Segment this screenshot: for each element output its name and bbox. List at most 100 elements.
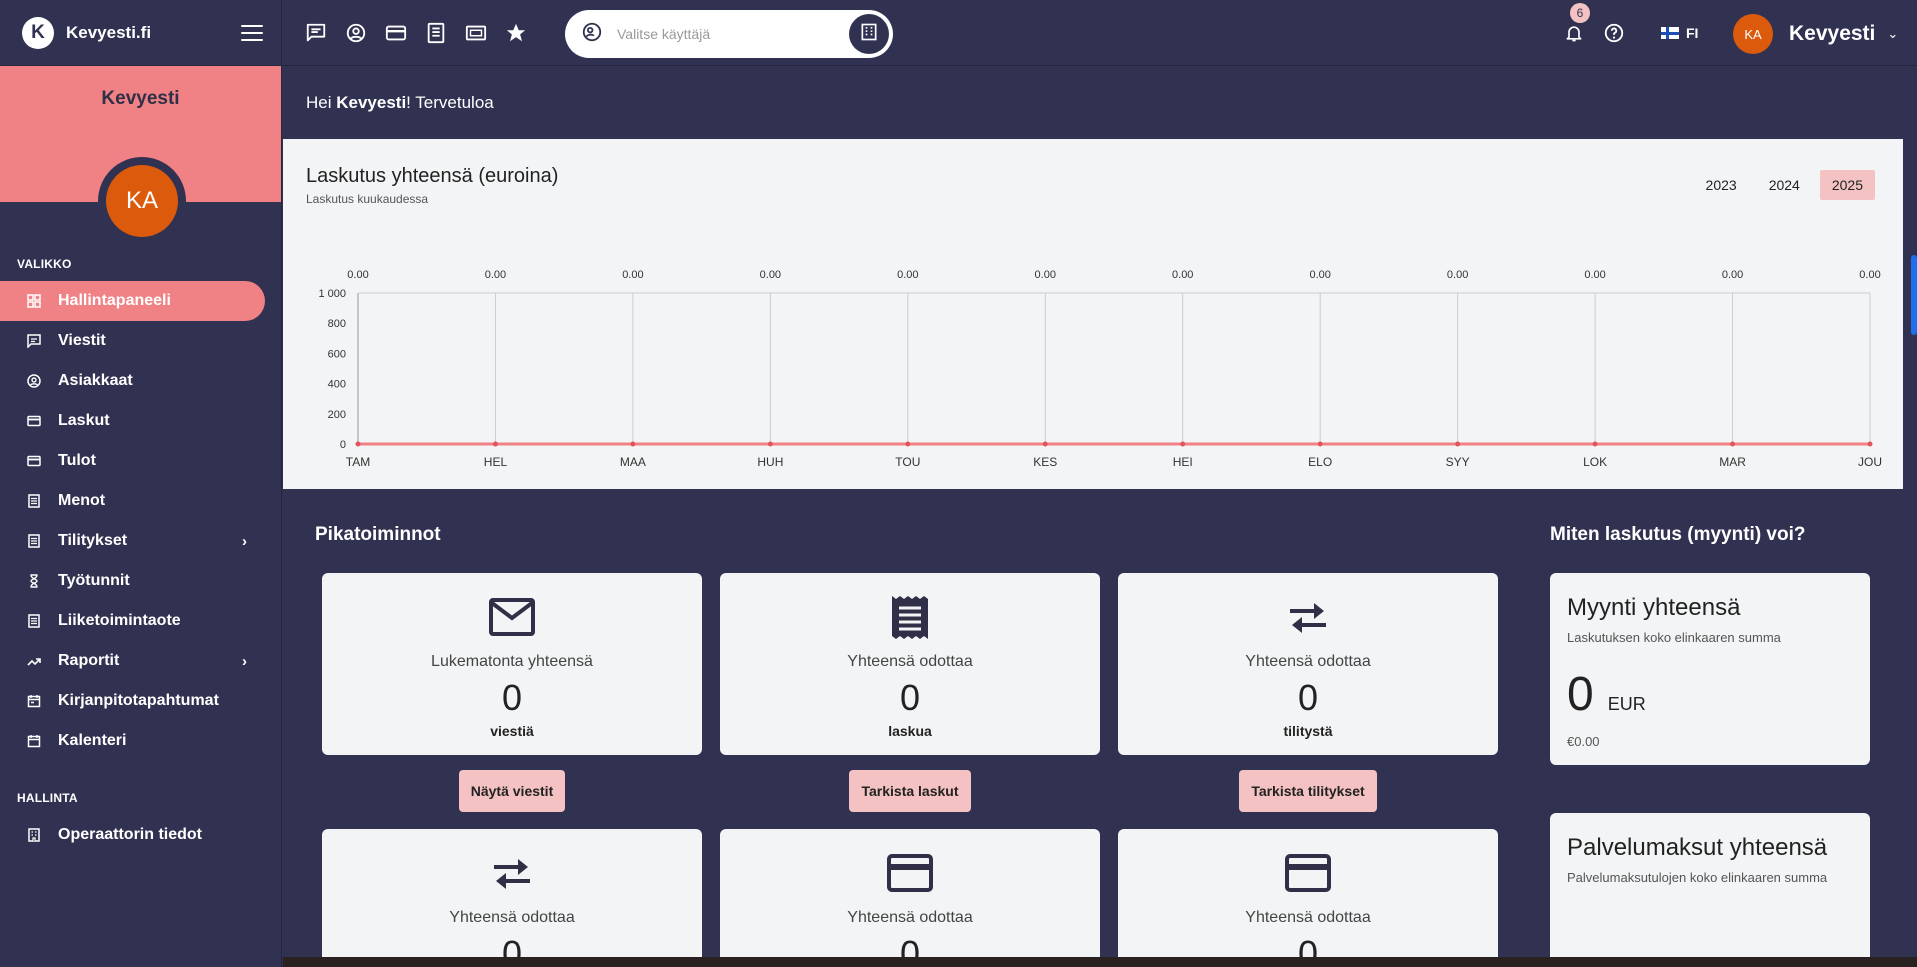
main-menu: Hallintapaneeli Viestit Asiakkaat Laskut Tul… xyxy=(0,281,281,761)
sidebar-item-laskut[interactable]: Laskut xyxy=(0,401,281,441)
data-label: 0.00 xyxy=(1859,269,1880,281)
user-search-input[interactable] xyxy=(617,26,849,42)
admin-menu: Operaattorin tiedot xyxy=(0,815,281,855)
quick-action-card: Yhteensä odottaa 0 laskua xyxy=(720,573,1100,755)
finland-flag-icon xyxy=(1661,27,1679,39)
favorites-star-icon[interactable] xyxy=(505,22,527,44)
data-point xyxy=(1455,441,1461,447)
receipts-icon[interactable] xyxy=(425,22,447,44)
data-label: 0.00 xyxy=(897,269,918,281)
x-tick-label: HEI xyxy=(1173,455,1193,469)
quick-action-card: Yhteensä odottaa 0 xyxy=(720,829,1100,967)
trending-icon xyxy=(27,654,41,668)
sidebar-item-hallintapaneeli[interactable]: Hallintapaneeli xyxy=(0,281,265,321)
service-fees-card: Palvelumaksut yhteensä Palvelumaksutuloj… xyxy=(1550,813,1870,967)
sidebar-item-label: Kalenteri xyxy=(58,732,127,749)
sidebar-item-raportit[interactable]: Raportit › xyxy=(0,641,281,681)
user-search xyxy=(565,10,893,58)
sidebar-item-label: Työtunnit xyxy=(58,572,130,589)
quick-action-button[interactable]: Tarkista tilitykset xyxy=(1239,770,1377,812)
y-tick-label: 200 xyxy=(328,409,346,421)
sidebar-item-label: Kirjanpitotapahtumat xyxy=(58,692,219,709)
credit-card-icon xyxy=(887,851,933,895)
quick-card-value: 0 xyxy=(899,677,921,718)
x-tick-label: LOK xyxy=(1583,455,1607,469)
hamburger-menu-icon[interactable] xyxy=(241,24,263,41)
x-tick-label: MAR xyxy=(1719,455,1746,469)
sidebar-item-label: Tilitykset xyxy=(58,532,128,549)
sales-total-subtitle: Laskutuksen koko elinkaaren summa xyxy=(1567,630,1781,645)
customer-icon xyxy=(27,374,41,388)
sidebar-item-operaattorin-tiedot[interactable]: Operaattorin tiedot xyxy=(0,815,281,855)
sidebar-item-asiakkaat[interactable]: Asiakkaat xyxy=(0,361,281,401)
quick-action-button[interactable]: Näytä viestit xyxy=(458,770,566,812)
credit-card-icon xyxy=(1285,851,1331,895)
language-selector[interactable]: FI xyxy=(1661,25,1698,41)
data-point xyxy=(1592,441,1598,447)
data-label: 0.00 xyxy=(1584,269,1605,281)
quick-card-label: Yhteensä odottaa xyxy=(449,909,575,926)
receipt-icon xyxy=(887,595,933,639)
y-tick-label: 1 000 xyxy=(318,288,346,300)
data-point xyxy=(630,441,636,447)
sidebar-item-menot[interactable]: Menot xyxy=(0,481,281,521)
quick-card-unit: laskua xyxy=(888,723,932,739)
y-tick-label: 0 xyxy=(340,439,346,451)
welcome-name: Kevyesti xyxy=(336,93,407,112)
quick-card-value: 0 xyxy=(501,677,523,718)
quick-card-unit: tilitystä xyxy=(1283,723,1333,739)
sidebar: K Kevyesti.fi Kevyesti KA VALIKKO Hallin… xyxy=(0,0,282,967)
quick-actions-title: Pikatoiminnot xyxy=(315,524,441,545)
sidebar-item-kirjanpitotapahtumat[interactable]: Kirjanpitotapahtumat xyxy=(0,681,281,721)
invoices-card-icon[interactable] xyxy=(385,22,407,44)
quick-card-unit: viestiä xyxy=(490,723,534,739)
sales-total-currency: EUR xyxy=(1607,694,1646,714)
brand-header: K Kevyesti.fi xyxy=(0,0,281,66)
chevron-right-icon: › xyxy=(242,652,247,670)
page-scrollbar[interactable] xyxy=(1911,255,1917,335)
cash-icon[interactable] xyxy=(465,22,487,44)
data-point xyxy=(355,441,361,447)
expense-receipt-icon xyxy=(27,494,41,508)
sidebar-item-label: Raportit xyxy=(58,652,120,669)
sidebar-item-kalenteri[interactable]: Kalenteri xyxy=(0,721,281,761)
notifications-bell-icon[interactable] xyxy=(1563,22,1585,44)
chevron-right-icon: › xyxy=(242,532,247,550)
help-icon[interactable] xyxy=(1603,22,1625,44)
customers-icon[interactable] xyxy=(345,22,367,44)
quick-action-card: Yhteensä odottaa 0 xyxy=(1118,829,1498,967)
sidebar-item-viestit[interactable]: Viestit xyxy=(0,321,281,361)
dashboard-icon xyxy=(27,294,41,308)
data-label: 0.00 xyxy=(1447,269,1468,281)
quick-action-button[interactable]: Tarkista laskut xyxy=(849,770,971,812)
brand-logo[interactable]: K xyxy=(22,16,54,49)
data-label: 0.00 xyxy=(760,269,781,281)
x-tick-label: TOU xyxy=(895,455,920,469)
company-select-button[interactable] xyxy=(849,14,889,54)
data-label: 0.00 xyxy=(347,269,368,281)
brand-name[interactable]: Kevyesti.fi xyxy=(66,23,241,43)
sidebar-item-label: Viestit xyxy=(58,332,106,349)
sidebar-item-työtunnit[interactable]: Työtunnit xyxy=(0,561,281,601)
building-icon xyxy=(859,22,879,47)
messages-icon[interactable] xyxy=(305,22,327,44)
data-point xyxy=(905,441,911,447)
quick-card-value: 0 xyxy=(1297,677,1319,718)
sidebar-item-label: Laskut xyxy=(58,412,110,429)
profile-avatar[interactable]: KA xyxy=(98,157,186,245)
quick-action-card: Yhteensä odottaa 0 tilitystä xyxy=(1118,573,1498,755)
sidebar-item-tilitykset[interactable]: Tilitykset › xyxy=(0,521,281,561)
sidebar-item-liiketoimintaote[interactable]: Liiketoimintaote xyxy=(0,601,281,641)
data-label: 0.00 xyxy=(1172,269,1193,281)
welcome-suffix: ! Tervetuloa xyxy=(406,93,494,112)
quick-action-card: Yhteensä odottaa 0 xyxy=(322,829,702,967)
building-icon xyxy=(27,828,41,842)
topbar: 6 FI KA Kevyesti ⌄ xyxy=(283,0,1917,66)
x-tick-label: SYY xyxy=(1446,455,1470,469)
data-label: 0.00 xyxy=(1722,269,1743,281)
user-menu[interactable]: KA Kevyesti ⌄ xyxy=(1733,14,1898,54)
profile-name: Kevyesti xyxy=(101,88,180,109)
x-tick-label: MAA xyxy=(620,455,646,469)
sidebar-item-tulot[interactable]: Tulot xyxy=(0,441,281,481)
mail-icon xyxy=(489,595,535,639)
